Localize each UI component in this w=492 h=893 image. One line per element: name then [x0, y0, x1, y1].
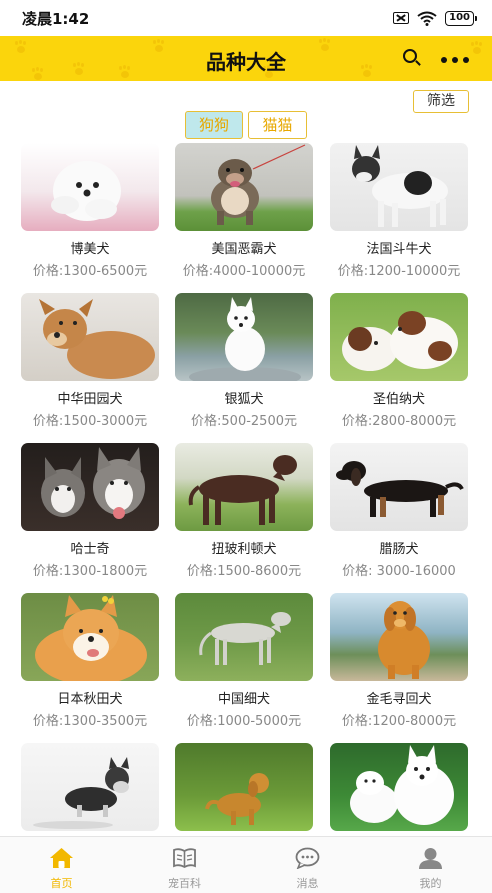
breed-price: 价格:1500-8600元 — [186, 564, 302, 579]
breed-name: 哈士奇 — [70, 542, 110, 557]
breed-name: 法国斗牛犬 — [366, 242, 432, 257]
breed-name: 美国恶霸犬 — [211, 242, 277, 257]
breed-card[interactable]: 哈士奇 价格:1300-1800元 — [21, 443, 159, 579]
breed-price: 价格:1300-1800元 — [32, 564, 148, 579]
breed-photo — [175, 593, 313, 681]
breed-photo — [175, 293, 313, 381]
breed-price: 价格:1200-8000元 — [341, 714, 457, 729]
breed-card[interactable] — [21, 743, 159, 838]
status-icons: 100 — [393, 10, 478, 26]
breed-name: 金毛寻回犬 — [366, 692, 432, 707]
breed-card[interactable]: 中华田园犬 价格:1500-3000元 — [21, 293, 159, 429]
bottom-nav: 首页 宠百科 消息 我的 — [0, 836, 492, 893]
breed-price: 价格:2800-8000元 — [341, 414, 457, 429]
breed-photo — [330, 593, 468, 681]
breed-price: 价格: 3000-16000 — [342, 564, 456, 579]
breed-photo — [175, 743, 313, 831]
breed-price: 价格:1200-10000元 — [337, 264, 461, 279]
profile-icon — [419, 848, 442, 869]
breed-photo — [21, 743, 159, 831]
breed-name: 腊肠犬 — [379, 542, 419, 557]
breed-photo — [330, 293, 468, 381]
nav-label: 我的 — [419, 877, 442, 890]
breed-card[interactable]: 日本秋田犬 价格:1300-3500元 — [21, 593, 159, 729]
breed-photo — [21, 293, 159, 381]
breed-card[interactable]: 法国斗牛犬 价格:1200-10000元 — [330, 143, 468, 279]
home-icon — [50, 848, 73, 868]
header: 品种大全 — [0, 36, 492, 81]
breed-photo — [330, 443, 468, 531]
breed-photo — [175, 143, 313, 231]
no-sim-icon — [393, 12, 410, 24]
breed-card[interactable]: 腊肠犬 价格: 3000-16000 — [330, 443, 468, 579]
breed-card[interactable] — [175, 743, 313, 838]
breed-name: 银狐犬 — [224, 392, 264, 407]
breed-photo — [21, 443, 159, 531]
battery-icon: 100 — [445, 10, 477, 26]
breed-photo — [21, 143, 159, 231]
breed-photo — [330, 743, 468, 831]
breed-card[interactable]: 圣伯纳犬 价格:2800-8000元 — [330, 293, 468, 429]
breed-price: 价格:1000-5000元 — [186, 714, 302, 729]
nav-home[interactable]: 首页 — [0, 837, 123, 893]
breed-photo — [330, 143, 468, 231]
nav-label: 宠百科 — [168, 877, 201, 890]
breed-price: 价格:1500-3000元 — [32, 414, 148, 429]
tab-cats[interactable]: 猫猫 — [248, 111, 307, 139]
breed-card[interactable]: 银狐犬 价格:500-2500元 — [175, 293, 313, 429]
nav-profile[interactable]: 我的 — [369, 837, 492, 893]
breed-card[interactable] — [330, 743, 468, 838]
breed-price: 价格:500-2500元 — [191, 414, 297, 429]
book-icon — [173, 848, 196, 869]
breed-card[interactable]: 中国细犬 价格:1000-5000元 — [175, 593, 313, 729]
nav-messages[interactable]: 消息 — [246, 837, 369, 893]
breed-card[interactable]: 美国恶霸犬 价格:4000-10000元 — [175, 143, 313, 279]
breed-card[interactable]: 金毛寻回犬 价格:1200-8000元 — [330, 593, 468, 729]
status-bar: 凌晨1:42 100 — [0, 0, 492, 36]
nav-encyclopedia[interactable]: 宠百科 — [123, 837, 246, 893]
message-icon — [295, 847, 320, 869]
status-time: 凌晨1:42 — [22, 9, 90, 28]
breed-name: 日本秋田犬 — [57, 692, 123, 707]
nav-label: 消息 — [296, 877, 319, 890]
filter-button[interactable]: 筛选 — [413, 90, 469, 113]
nav-label: 首页 — [50, 877, 73, 890]
more-icon[interactable] — [441, 57, 469, 63]
breed-name: 圣伯纳犬 — [372, 392, 425, 407]
breed-photo — [21, 593, 159, 681]
breed-photo — [175, 443, 313, 531]
breed-name: 中华田园犬 — [57, 392, 123, 407]
breed-price: 价格:1300-6500元 — [32, 264, 148, 279]
breed-name: 扭玻利顿犬 — [211, 542, 277, 557]
breed-name: 博美犬 — [70, 242, 110, 257]
breed-price: 价格:4000-10000元 — [182, 264, 306, 279]
wifi-icon — [417, 11, 437, 26]
breed-name: 中国细犬 — [217, 692, 270, 707]
breed-card[interactable]: 博美犬 价格:1300-6500元 — [21, 143, 159, 279]
breed-card[interactable]: 扭玻利顿犬 价格:1500-8600元 — [175, 443, 313, 579]
tab-dogs[interactable]: 狗狗 — [185, 111, 243, 139]
search-icon[interactable] — [403, 49, 421, 67]
breed-price: 价格:1300-3500元 — [32, 714, 148, 729]
